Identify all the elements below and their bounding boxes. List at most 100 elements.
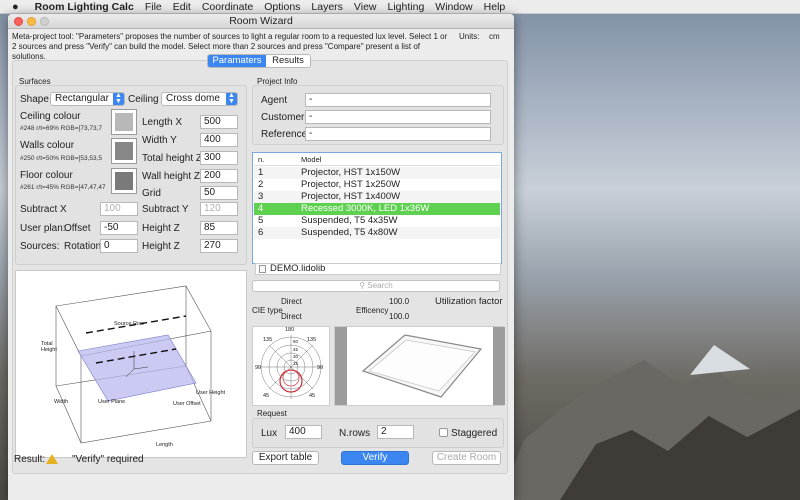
table-row[interactable]: 5 Suspended, T5 4x35W bbox=[254, 215, 500, 227]
zoom-button[interactable] bbox=[40, 17, 49, 26]
total-height-label: Total height Z bbox=[142, 153, 203, 164]
row-n: 6 bbox=[258, 227, 264, 238]
agent-input[interactable]: - bbox=[305, 93, 491, 107]
rotation-input[interactable]: 0 bbox=[100, 239, 138, 253]
menu-lighting[interactable]: Lighting bbox=[388, 1, 425, 13]
menu-help[interactable]: Help bbox=[484, 1, 506, 13]
walls-colour-swatch[interactable] bbox=[111, 138, 137, 164]
staggered-checkbox[interactable] bbox=[439, 428, 448, 437]
title-bar: Room Wizard bbox=[8, 14, 514, 29]
walls-colour-label: Walls colour bbox=[20, 140, 75, 151]
ceiling-colour-info: #248 r/t=69% RGB=[73,73,7 bbox=[20, 125, 103, 132]
search-placeholder: Search bbox=[367, 281, 393, 290]
user-plane-label: User Plane bbox=[98, 399, 126, 405]
source-height-input[interactable]: 270 bbox=[200, 239, 238, 253]
project-info-title: Project Info bbox=[257, 77, 298, 86]
library-file-field[interactable]: DEMO.lidolib bbox=[255, 263, 501, 275]
polar-diagram: 180 135 135 90 90 45 45 15 30 45 60 bbox=[252, 326, 330, 406]
menu-bar: ● Room Lighting Calc File Edit Coordinat… bbox=[0, 0, 800, 14]
units-label: Units: bbox=[459, 32, 480, 41]
floor-colour-swatch[interactable] bbox=[111, 168, 137, 194]
subtract-x-label: Subtract X bbox=[20, 204, 67, 215]
menu-file[interactable]: File bbox=[145, 1, 162, 13]
search-icon: ⚲ bbox=[359, 281, 366, 290]
tab-parameters[interactable]: Paramaters bbox=[208, 55, 266, 67]
verify-button[interactable]: Verify bbox=[341, 451, 409, 465]
polar-label-45-left: 45 bbox=[263, 393, 270, 399]
agent-label: Agent bbox=[261, 95, 288, 106]
subtract-y-input[interactable]: 120 bbox=[200, 202, 238, 216]
user-height-input[interactable]: 85 bbox=[200, 221, 238, 235]
warning-icon bbox=[46, 454, 58, 464]
lux-input[interactable]: 400 bbox=[285, 425, 322, 439]
create-room-button[interactable]: Create Room bbox=[432, 451, 501, 465]
offset-label: Offset bbox=[64, 223, 91, 234]
table-row-selected[interactable]: 4 Recessed 3000K, LED 1x36W bbox=[254, 203, 500, 215]
ceiling-colour-swatch[interactable] bbox=[111, 109, 137, 135]
room-diagram-svg bbox=[55, 285, 212, 444]
menu-coordinate[interactable]: Coordinate bbox=[202, 1, 253, 13]
table-row-empty bbox=[254, 239, 500, 251]
subtract-x-input[interactable]: 100 bbox=[100, 202, 138, 216]
menu-layers[interactable]: Layers bbox=[311, 1, 343, 13]
table-row[interactable]: 1 Projector, HST 1x150W bbox=[254, 167, 500, 179]
nrows-input[interactable]: 2 bbox=[377, 425, 414, 439]
cie-value-2: Direct bbox=[281, 312, 302, 321]
rotation-label: Rotation bbox=[64, 241, 102, 252]
width-y-input[interactable]: 400 bbox=[200, 133, 238, 147]
app-menu[interactable]: Room Lighting Calc bbox=[35, 1, 134, 13]
total-height-input[interactable]: 300 bbox=[200, 151, 238, 165]
efficiency-value: 100.0 bbox=[389, 312, 410, 321]
cie-label: CIE type bbox=[252, 306, 283, 315]
image-border-left bbox=[335, 327, 347, 405]
row-n: 3 bbox=[258, 191, 264, 202]
user-height-diagram-label: User Height bbox=[196, 390, 226, 396]
units-value: cm bbox=[489, 32, 500, 41]
table-row[interactable]: 6 Suspended, T5 4x80W bbox=[254, 227, 500, 239]
efficiency-label: Efficency bbox=[356, 306, 389, 315]
polar-ring-60: 60 bbox=[293, 339, 299, 344]
table-header: n. Model bbox=[254, 154, 500, 166]
surfaces-title: Surfaces bbox=[19, 77, 51, 86]
polar-label-135-right: 135 bbox=[307, 337, 317, 343]
table-row[interactable]: 2 Projector, HST 1x250W bbox=[254, 179, 500, 191]
snow-peak bbox=[690, 345, 750, 375]
tab-results[interactable]: Results bbox=[266, 55, 310, 67]
staggered-label: Staggered bbox=[451, 428, 498, 439]
apple-menu-icon[interactable]: ● bbox=[12, 1, 19, 13]
menu-view[interactable]: View bbox=[354, 1, 377, 13]
close-button[interactable] bbox=[14, 17, 23, 26]
offset-input[interactable]: -50 bbox=[100, 221, 138, 235]
row-model: Projector, HST 1x150W bbox=[301, 167, 401, 178]
source-height-label: Height Z bbox=[142, 241, 180, 252]
wall-height-input[interactable]: 200 bbox=[200, 169, 238, 183]
minimize-button[interactable] bbox=[27, 17, 36, 26]
image-border-right bbox=[493, 327, 505, 405]
export-table-button[interactable]: Export table bbox=[252, 451, 319, 465]
search-field[interactable]: ⚲ Search bbox=[252, 280, 500, 292]
led-panel-icon bbox=[361, 334, 483, 398]
reference-label: Reference bbox=[261, 129, 308, 140]
menu-options[interactable]: Options bbox=[264, 1, 300, 13]
table-row[interactable]: 3 Projector, HST 1x400W bbox=[254, 191, 500, 203]
library-file-name: DEMO.lidolib bbox=[270, 263, 326, 274]
menu-window[interactable]: Window bbox=[435, 1, 472, 13]
utilization-label: Utilization factor bbox=[435, 296, 503, 307]
reference-input[interactable]: - bbox=[305, 127, 491, 141]
polar-label-135-left: 135 bbox=[263, 337, 273, 343]
window-title: Room Wizard bbox=[229, 15, 293, 27]
menu-edit[interactable]: Edit bbox=[173, 1, 191, 13]
length-x-label: Length X bbox=[142, 117, 183, 128]
row-n: 4 bbox=[258, 203, 264, 214]
length-x-input[interactable]: 500 bbox=[200, 115, 238, 129]
customer-input[interactable]: - bbox=[305, 110, 491, 124]
sources-table[interactable]: n. Model 1 Projector, HST 1x150W 2 Project… bbox=[252, 152, 502, 264]
ceiling-select[interactable]: Cross dome ▲ ▼ bbox=[161, 92, 238, 106]
polar-label-90-left: 90 bbox=[255, 365, 262, 371]
grid-input[interactable]: 50 bbox=[200, 186, 238, 200]
shape-select[interactable]: Rectangular ▲ ▼ bbox=[50, 92, 125, 106]
lux-label: Lux bbox=[261, 428, 278, 439]
row-model: Suspended, T5 4x35W bbox=[301, 215, 398, 226]
row-n: 2 bbox=[258, 179, 264, 190]
polar-ring-45: 45 bbox=[293, 347, 299, 352]
